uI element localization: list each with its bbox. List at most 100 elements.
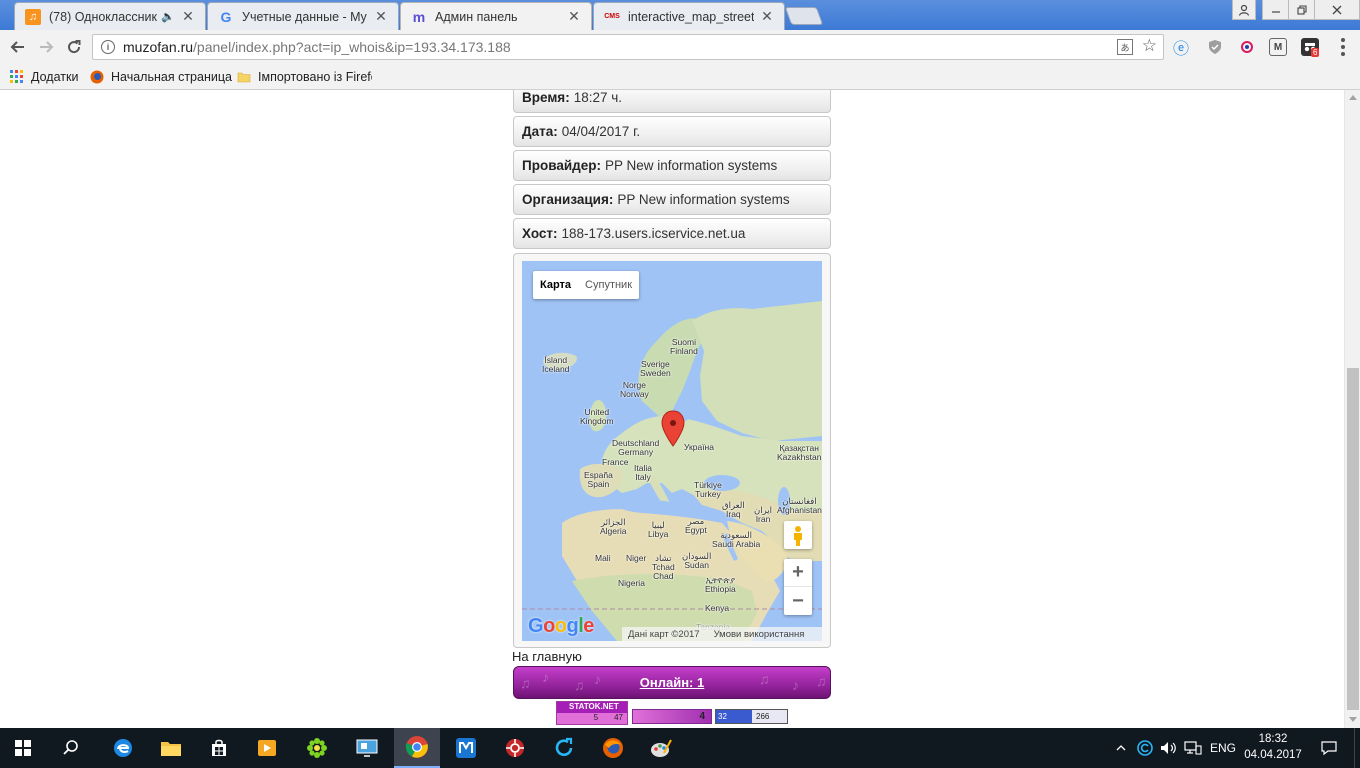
info-icon[interactable]: i [101,40,115,54]
firefox-taskbar-icon[interactable] [590,728,636,768]
zoom-out-button[interactable]: − [784,587,812,615]
translate-icon[interactable]: あ [1117,39,1133,55]
back-arrow-icon[interactable] [7,36,29,58]
close-icon[interactable]: ✕ [374,8,388,25]
tab-title: interactive_map_street.jp [628,9,754,24]
url-host: muzofan.ru [123,39,194,55]
map-label: United Kingdom [580,407,614,426]
statok-counter[interactable]: STATOK.NET 5 47 [556,701,628,725]
online-count-link[interactable]: Онлайн: 1 [640,675,704,690]
zoom-in-button[interactable]: + [784,559,812,587]
refresh-app-icon[interactable] [541,728,587,768]
shield-icon[interactable] [1206,38,1224,56]
store-icon[interactable] [196,728,242,768]
terms-of-use-link[interactable]: Умови використання [714,629,805,640]
color-picker-icon[interactable] [1238,38,1256,56]
bookmark-label: Додатки [31,70,79,84]
music-note-icon: ♪ [542,669,549,685]
edge-extension-icon[interactable]: ⓔ [1172,38,1190,58]
scroll-down-arrow-icon[interactable] [1349,717,1357,722]
close-icon[interactable]: ✕ [567,8,581,25]
user-icon[interactable] [1232,0,1256,20]
map-label: افغانستان Afghanistan [777,496,822,515]
info-row-organization: Организация: PP New information systems [513,184,831,215]
bookmark-star-icon[interactable]: ☆ [1142,36,1157,56]
maxthon-icon[interactable] [443,728,489,768]
forward-arrow-icon[interactable] [35,36,57,58]
map-label: France [602,457,629,467]
tab-admin-panel[interactable]: m Админ панель ✕ [400,2,592,30]
map-type-map-button[interactable]: Карта [533,271,578,299]
zoom-control: + − [784,559,812,615]
incognito-extension-icon[interactable]: 6 [1301,38,1320,57]
reload-icon[interactable] [63,36,85,58]
tab-odnoklassniki[interactable]: ♫ (78) Одноклассники 🔈 ✕ [14,2,206,30]
info-row-host: Хост: 188-173.users.icservice.net.ua [513,218,831,249]
google-map[interactable]: Suomi Finland Ísland Iceland Sverige Sweden… [522,261,822,641]
network-icon[interactable] [1182,728,1204,768]
date-label: Дата: [522,124,558,139]
volume-icon[interactable] [1158,728,1180,768]
chrome-icon[interactable] [394,728,440,768]
close-icon[interactable]: ✕ [760,8,774,25]
cms-icon: CMS [604,13,620,20]
scrollbar-thumb[interactable] [1347,368,1359,710]
google-logo[interactable]: Google [528,615,594,638]
tray-chevron-up-icon[interactable] [1110,728,1132,768]
map-label: Norge Norway [620,380,649,399]
tab-title: Админ панель [435,9,518,24]
info-row-time: Время: 18:27 ч. [513,90,831,113]
scroll-up-arrow-icon[interactable] [1349,95,1357,100]
search-icon[interactable] [48,728,94,768]
page-scrollbar[interactable] [1344,90,1360,728]
language-indicator[interactable]: ENG [1208,728,1238,768]
restore-button[interactable] [1288,0,1316,20]
paint-icon[interactable] [638,728,684,768]
tab-credentials[interactable]: G Учетные данные - My P ✕ [207,2,399,30]
bookmark-apps[interactable]: Додатки [10,68,78,86]
icq-icon[interactable] [294,728,340,768]
windows-start-icon[interactable] [0,728,46,768]
file-explorer-icon[interactable] [148,728,194,768]
music-note-icon: ♫ [759,671,770,687]
bookmark-home-page[interactable]: Начальная страница [90,68,232,86]
online-bar: ♫ ♪ ♫ ♪ ♫ ♪ ♫ Онлайн: 1 [513,666,831,699]
taskbar-clock[interactable]: 18:32 04.04.2017 [1244,731,1302,763]
remote-desktop-icon[interactable] [344,728,390,768]
provider-label: Провайдер: [522,158,601,173]
m-extension-icon[interactable]: M [1269,38,1287,56]
close-icon[interactable]: ✕ [181,8,195,25]
bookmark-label: Імпортовано із Firefo [258,70,372,84]
action-center-icon[interactable] [1316,728,1342,768]
map-label: Sverige Sweden [640,359,671,378]
map-type-control: Карта Супутник [533,271,640,299]
address-bar[interactable]: i muzofan.ru/panel/index.php?act=ip_whoi… [92,34,1164,60]
map-label: ليبيا Libya [648,520,669,539]
menu-dots-icon[interactable] [1338,37,1348,57]
home-link[interactable]: На главную [512,649,582,664]
map-label: Deutschland Germany [612,438,660,457]
speaker-icon[interactable]: 🔈 [161,10,175,23]
browser-toolbar: i muzofan.ru/panel/index.php?act=ip_whoi… [0,30,1360,64]
music-note-icon: ♫ [520,675,531,691]
counter-value: 32 [718,712,727,721]
media-player-icon[interactable] [244,728,290,768]
m-logo-icon: m [412,8,426,25]
date-value: 04/04/2017 г. [561,124,641,139]
visits-counter[interactable]: 32 266 [715,709,788,724]
street-view-pegman-icon[interactable] [784,521,812,549]
bookmark-imported-folder[interactable]: Імпортовано із Firefo [237,68,372,86]
tray-app-icon[interactable] [1134,728,1156,768]
map-label: السعودية Saudi Arabia [712,530,761,549]
map-label: Україна [684,442,714,452]
new-tab-button[interactable] [784,7,824,25]
map-type-satellite-button[interactable]: Супутник [578,271,639,299]
close-window-button[interactable] [1314,0,1360,20]
show-desktop-button[interactable] [1354,728,1360,768]
tab-interactive-map[interactable]: CMS interactive_map_street.jp ✕ [593,2,785,30]
time-label: Время: [522,90,570,105]
minimize-button[interactable] [1262,0,1290,20]
security-app-icon[interactable] [492,728,538,768]
edge-browser-icon[interactable] [100,728,146,768]
online-counter[interactable]: 4 [632,709,712,724]
